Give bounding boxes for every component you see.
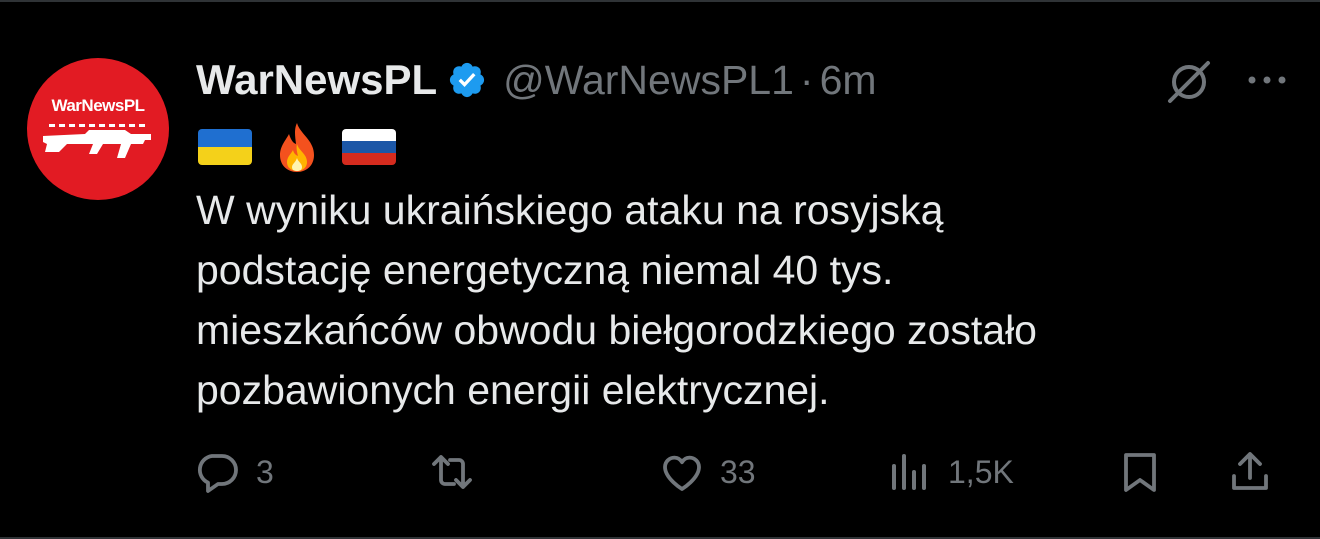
views-button[interactable]: 1,5K xyxy=(886,446,1014,498)
ukraine-flag-icon xyxy=(198,129,252,165)
top-divider xyxy=(0,0,1320,2)
tweet-text: W wyniku ukraińskiego ataku na rosyjską … xyxy=(196,180,1196,420)
grok-icon[interactable] xyxy=(1164,57,1214,105)
rifle-icon xyxy=(43,124,151,158)
tweet-line: W wyniku ukraińskiego ataku na rosyjską xyxy=(196,187,944,233)
share-button[interactable] xyxy=(1226,446,1274,498)
action-bar: 3 33 1,5K xyxy=(0,440,1320,504)
author-handle[interactable]: @WarNewsPL1 xyxy=(503,57,794,104)
bookmark-icon xyxy=(1124,453,1156,492)
views-count: 1,5K xyxy=(948,453,1014,490)
avatar[interactable]: WarNewsPL xyxy=(27,58,169,200)
retweet-button[interactable] xyxy=(428,446,490,498)
reply-button[interactable]: 3 xyxy=(194,446,274,498)
more-icon[interactable] xyxy=(1244,62,1290,98)
verified-badge-icon[interactable] xyxy=(447,60,487,100)
separator-dot: · xyxy=(799,56,814,103)
bookmark-button[interactable] xyxy=(1116,446,1164,498)
retweet-icon xyxy=(432,455,472,489)
emoji-row xyxy=(198,120,396,174)
tweet-line: pozbawionych energii elektrycznej. xyxy=(196,367,830,413)
views-icon xyxy=(892,454,926,490)
tweet-header: WarNewsPL @WarNewsPL1 · 6m xyxy=(196,54,877,106)
author-name[interactable]: WarNewsPL xyxy=(196,56,437,104)
reply-icon xyxy=(197,454,238,493)
timestamp[interactable]: 6m xyxy=(820,57,877,104)
fire-icon xyxy=(280,123,314,172)
like-button[interactable]: 33 xyxy=(658,446,756,498)
reply-count: 3 xyxy=(256,453,274,490)
tweet-line: podstację energetyczną niemal 40 tys. xyxy=(196,247,894,293)
tweet-line: mieszkańców obwodu biełgorodzkiego zosta… xyxy=(196,307,1037,353)
like-count: 33 xyxy=(720,453,756,490)
russia-flag-icon xyxy=(342,129,396,165)
share-icon xyxy=(1232,452,1268,490)
heart-icon xyxy=(663,455,701,491)
